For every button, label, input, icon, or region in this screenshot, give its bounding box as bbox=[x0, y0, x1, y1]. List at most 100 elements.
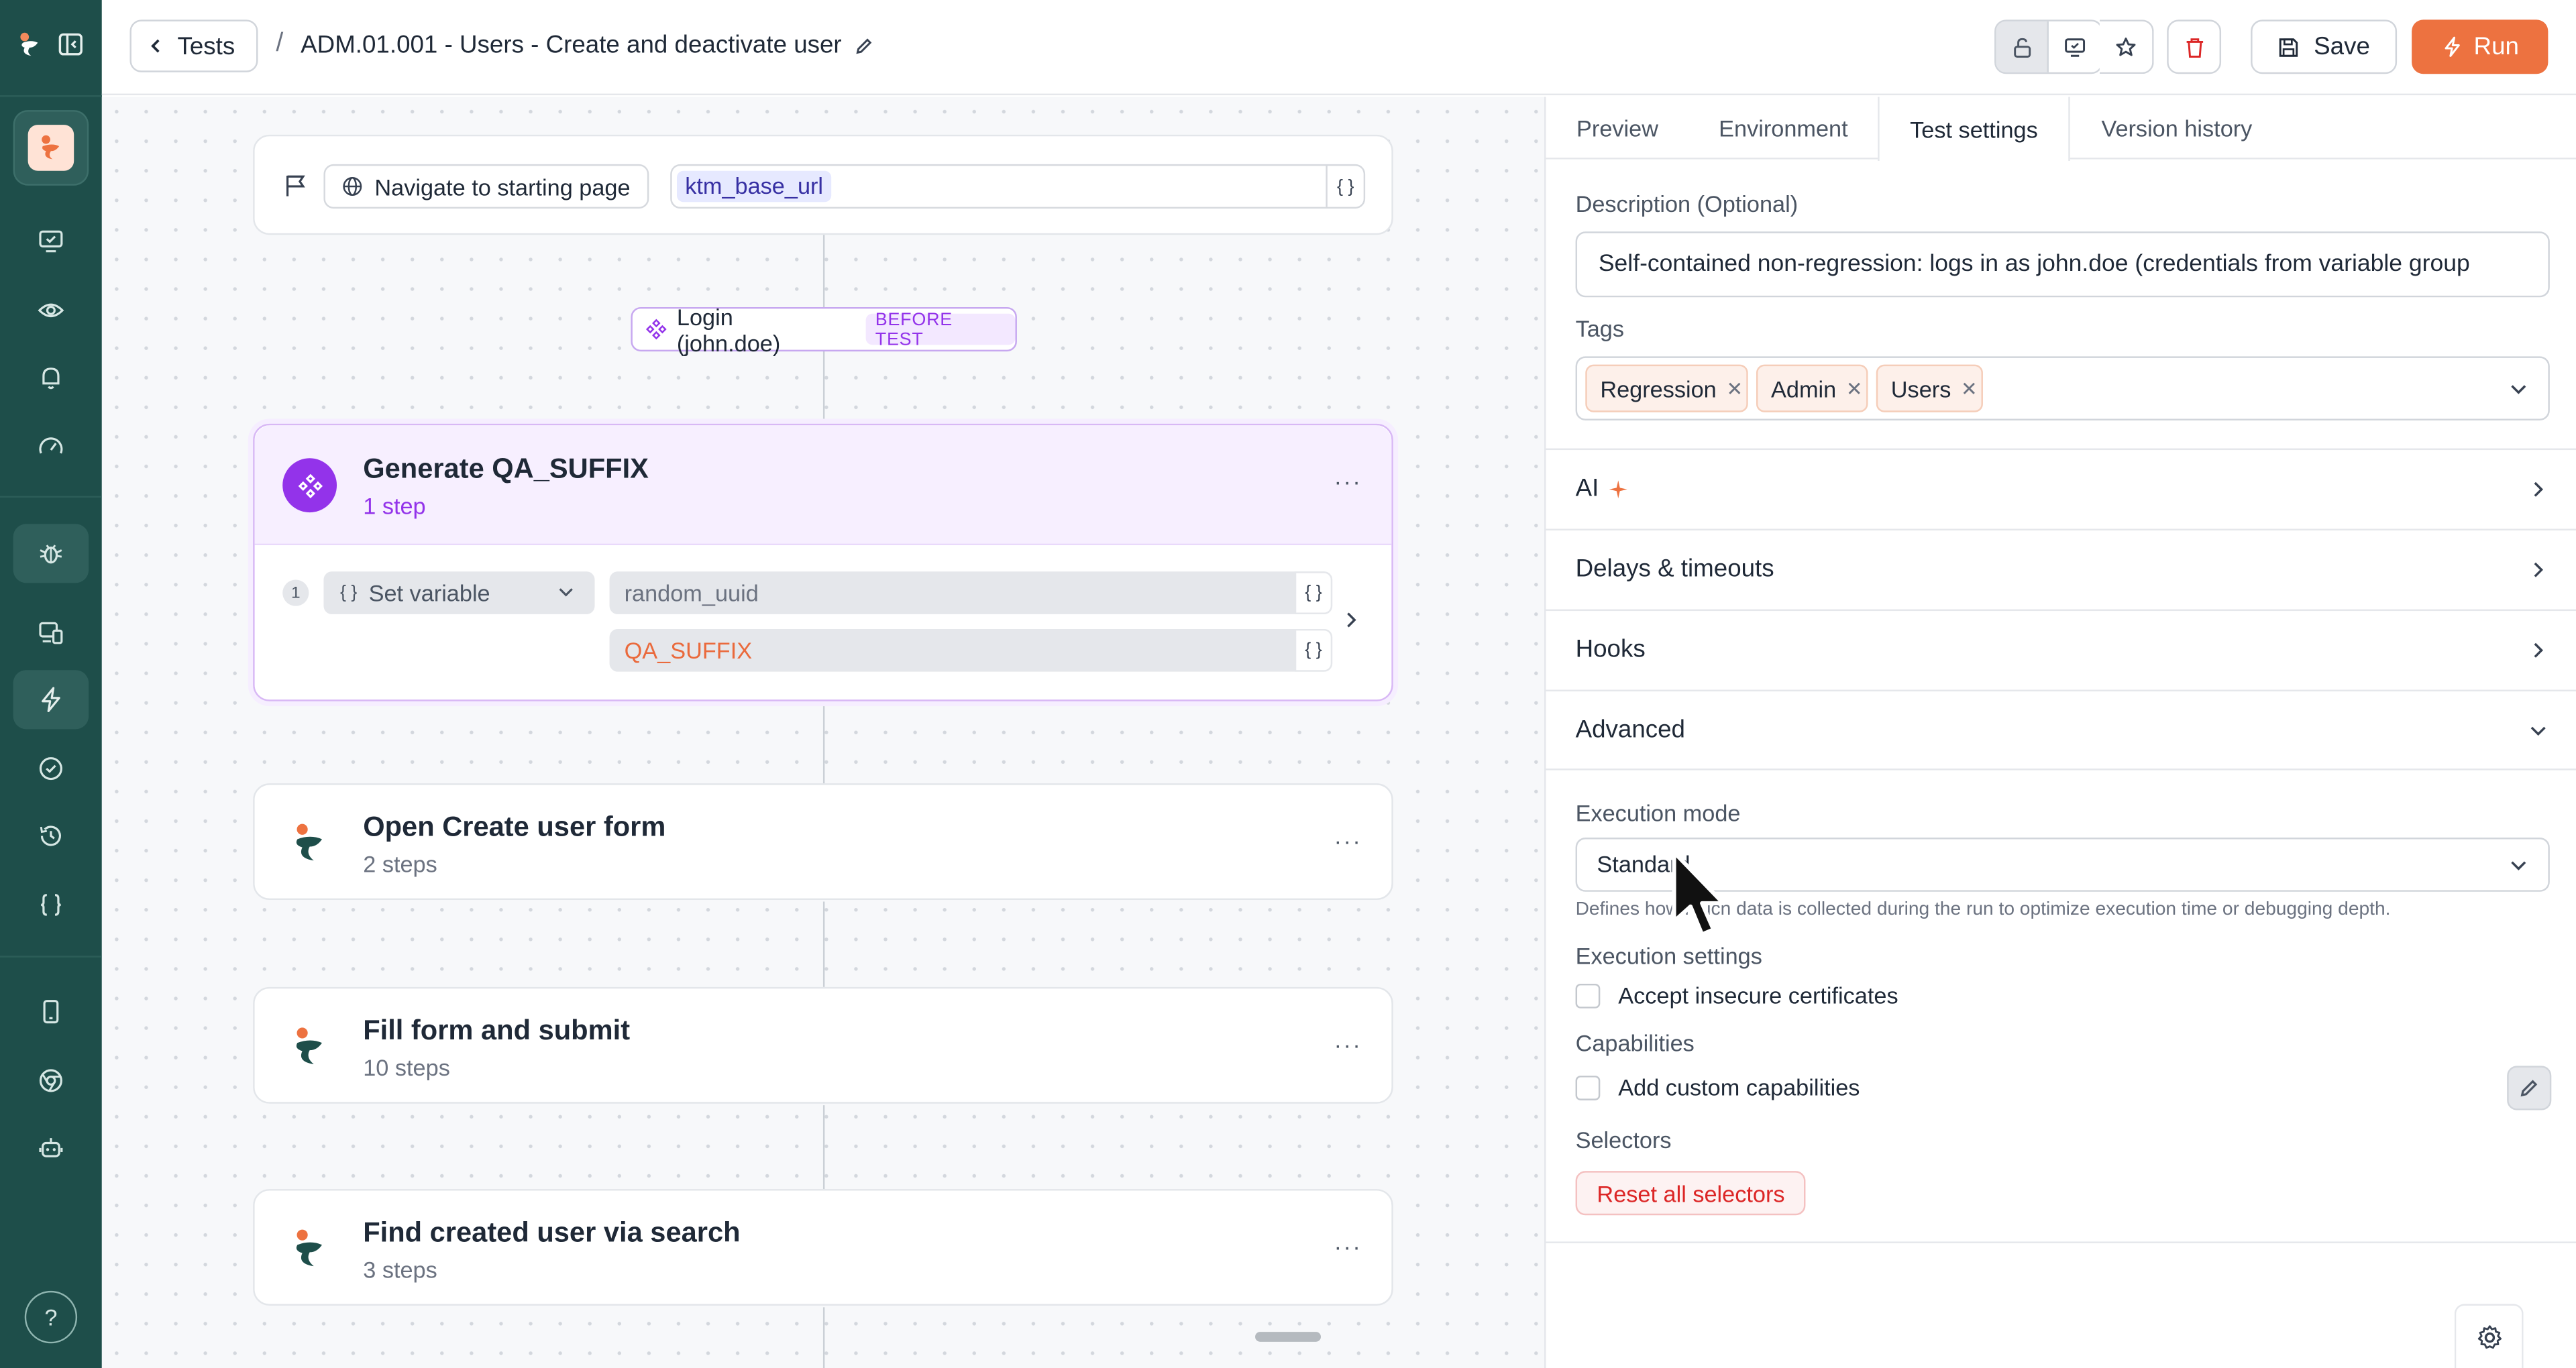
accept-insecure-checkbox[interactable] bbox=[1575, 982, 1601, 1008]
accept-insecure-option[interactable]: Accept insecure certificates bbox=[1575, 982, 1898, 1009]
tags-input[interactable]: Regression ✕ Admin ✕ Users ✕ bbox=[1575, 356, 2550, 420]
section-ai-label: AI bbox=[1575, 474, 1599, 503]
save-label: Save bbox=[2314, 32, 2370, 61]
tab-test-settings[interactable]: Test settings bbox=[1878, 97, 2070, 162]
favorite-button[interactable] bbox=[2100, 21, 2152, 72]
step-group-count: 3 steps bbox=[363, 1256, 437, 1283]
step-group-menu-button[interactable]: ··· bbox=[1334, 1233, 1362, 1259]
app-logo-icon bbox=[296, 1027, 323, 1064]
section-hooks[interactable]: Hooks bbox=[1546, 609, 2576, 690]
before-test-hook[interactable]: Login (john.doe) BEFORE TEST bbox=[631, 303, 1017, 355]
tab-version-history[interactable]: Version history bbox=[2070, 97, 2284, 159]
breadcrumb-separator: / bbox=[276, 30, 284, 58]
chevron-down-icon[interactable] bbox=[2509, 380, 2528, 399]
monitor-check-icon bbox=[39, 230, 63, 253]
step-group-count: 2 steps bbox=[363, 850, 437, 877]
group-menu-button[interactable]: ··· bbox=[1334, 468, 1362, 494]
variable-target-field[interactable]: QA_SUFFIX { } bbox=[609, 628, 1333, 672]
sidebar-item-monitor[interactable] bbox=[13, 212, 89, 271]
sidebar-item-mobile[interactable] bbox=[13, 982, 89, 1041]
remove-tag-icon[interactable]: ✕ bbox=[1846, 377, 1863, 400]
section-delays[interactable]: Delays & timeouts bbox=[1546, 528, 2576, 610]
globe-icon bbox=[343, 176, 362, 196]
sidebar: ? bbox=[0, 0, 102, 1368]
step-group-card[interactable]: Fill form and submit 10 steps ··· bbox=[253, 986, 1393, 1104]
back-to-tests-button[interactable]: Tests bbox=[129, 19, 258, 72]
lock-toggle[interactable] bbox=[1996, 21, 2049, 72]
group-header[interactable]: Generate QA_SUFFIX 1 step ··· bbox=[254, 425, 1392, 546]
sidebar-item-browser[interactable] bbox=[13, 1051, 89, 1110]
capabilities-label: Capabilities bbox=[1575, 1029, 1695, 1056]
run-button[interactable]: Run bbox=[2412, 19, 2548, 74]
unlock-icon bbox=[2013, 37, 2030, 57]
custom-capabilities-checkbox[interactable] bbox=[1575, 1074, 1601, 1100]
app-logo-icon bbox=[20, 32, 38, 56]
connector-line bbox=[822, 701, 825, 784]
variable-picker-button[interactable]: { } bbox=[1294, 628, 1333, 672]
remove-tag-icon[interactable]: ✕ bbox=[1726, 377, 1743, 400]
sidebar-item-performance[interactable] bbox=[13, 417, 89, 476]
screen-toggle[interactable] bbox=[2049, 21, 2101, 72]
url-field[interactable]: ktm_base_url { } bbox=[670, 164, 1366, 209]
sidebar-item-devices[interactable] bbox=[13, 603, 89, 662]
save-button[interactable]: Save bbox=[2251, 19, 2398, 74]
tag-chip: Regression ✕ bbox=[1585, 364, 1748, 412]
custom-capabilities-option[interactable]: Add custom capabilities bbox=[1575, 1074, 1860, 1100]
generate-step-group[interactable]: Generate QA_SUFFIX 1 step ··· 1 { } Set … bbox=[253, 423, 1393, 701]
tags-label: Tags bbox=[1575, 315, 1625, 342]
workspace-switcher[interactable] bbox=[13, 110, 89, 186]
chevron-right-icon bbox=[2534, 642, 2544, 658]
reset-selectors-button[interactable]: Reset all selectors bbox=[1575, 1171, 1807, 1216]
step-group-menu-button[interactable]: ··· bbox=[1334, 1031, 1362, 1058]
section-advanced-label: Advanced bbox=[1575, 716, 1685, 744]
test-title: ADM.01.001 - Users - Create and deactiva… bbox=[301, 32, 875, 59]
step-group-card[interactable]: Open Create user form 2 steps ··· bbox=[253, 783, 1393, 901]
sidebar-item-tests[interactable] bbox=[13, 670, 89, 730]
tag-label: Admin bbox=[1771, 375, 1837, 402]
group-title: Generate QA_SUFFIX bbox=[363, 453, 649, 485]
flow-canvas[interactable]: Navigate to starting page ktm_base_url {… bbox=[101, 97, 1545, 1368]
sidebar-item-variables[interactable] bbox=[13, 875, 89, 934]
description-input[interactable]: Self-contained non-regression: logs in a… bbox=[1575, 231, 2550, 298]
navigate-action-button[interactable]: Navigate to starting page bbox=[323, 164, 649, 209]
variable-target-value: QA_SUFFIX bbox=[624, 637, 753, 664]
sidebar-item-results[interactable] bbox=[13, 739, 89, 798]
chevron-right-icon[interactable] bbox=[1344, 611, 1358, 629]
section-ai[interactable]: AI bbox=[1546, 448, 2576, 529]
navigate-step-card[interactable]: Navigate to starting page ktm_base_url {… bbox=[253, 134, 1393, 235]
group-step-count: 1 step bbox=[363, 492, 426, 519]
braces-icon bbox=[41, 894, 61, 916]
step-action-select[interactable]: { } Set variable bbox=[323, 571, 595, 614]
custom-capabilities-label: Add custom capabilities bbox=[1618, 1074, 1860, 1100]
divider bbox=[1546, 1241, 2576, 1243]
sidebar-item-bot[interactable] bbox=[13, 1119, 89, 1178]
trash-icon bbox=[2186, 38, 2202, 57]
help-button[interactable]: ? bbox=[24, 1290, 78, 1344]
horizontal-scrollbar[interactable] bbox=[1255, 1332, 1321, 1342]
edit-title-icon[interactable] bbox=[855, 36, 874, 55]
section-advanced[interactable]: Advanced bbox=[1546, 689, 2576, 771]
chevron-left-icon bbox=[151, 39, 160, 53]
sidebar-item-watch[interactable] bbox=[13, 281, 89, 340]
tab-environment[interactable]: Environment bbox=[1689, 97, 1878, 159]
sidebar-item-history[interactable] bbox=[13, 806, 89, 865]
lightning-icon bbox=[2444, 36, 2460, 57]
save-icon bbox=[2279, 38, 2299, 56]
step-group-card[interactable]: Find created user via search 3 steps ··· bbox=[253, 1189, 1393, 1306]
step-group-menu-button[interactable]: ··· bbox=[1334, 828, 1362, 854]
variable-picker-button[interactable]: { } bbox=[1294, 571, 1333, 614]
panel-settings-button[interactable] bbox=[2454, 1304, 2524, 1368]
accept-insecure-label: Accept insecure certificates bbox=[1618, 982, 1898, 1009]
sidebar-toggle-icon[interactable] bbox=[58, 32, 84, 58]
step-action-label: Set variable bbox=[368, 579, 490, 606]
sidebar-item-alerts[interactable] bbox=[13, 348, 89, 407]
edit-capabilities-button[interactable] bbox=[2507, 1066, 2552, 1110]
remove-tag-icon[interactable]: ✕ bbox=[1961, 377, 1978, 400]
tab-preview[interactable]: Preview bbox=[1546, 97, 1689, 159]
variable-picker-button[interactable]: { } bbox=[1326, 166, 1363, 207]
delete-button[interactable] bbox=[2169, 21, 2220, 72]
gauge-icon bbox=[39, 437, 63, 454]
connector-line bbox=[822, 1105, 825, 1190]
sidebar-item-bugs[interactable] bbox=[13, 524, 89, 583]
variable-source-field[interactable]: random_uuid { } bbox=[609, 571, 1333, 614]
